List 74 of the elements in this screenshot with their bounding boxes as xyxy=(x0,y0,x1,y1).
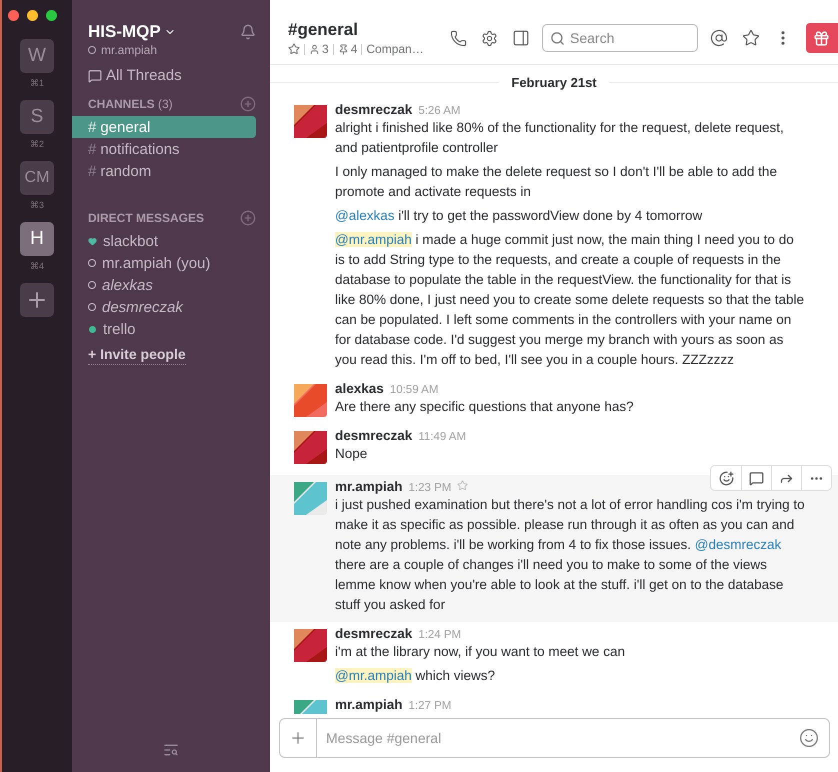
shortcut-label: ⌘2 xyxy=(30,139,44,149)
user-avatar[interactable] xyxy=(294,482,327,515)
gift-button[interactable] xyxy=(806,23,838,53)
author-name[interactable]: desmreczak xyxy=(335,626,412,641)
team-tile[interactable]: H xyxy=(20,222,54,256)
author-name[interactable]: mr.ampiah xyxy=(335,697,403,712)
maximize-icon[interactable] xyxy=(46,10,57,21)
team-tile[interactable]: W xyxy=(20,39,54,73)
message-time[interactable]: 10:59 AM xyxy=(390,384,438,396)
shortcut-label: ⌘3 xyxy=(30,200,44,210)
author-name[interactable]: alexkas xyxy=(335,381,384,396)
user-status: mr.ampiah xyxy=(72,43,270,57)
invite-people-link[interactable]: + Invite people xyxy=(88,346,186,365)
message-time[interactable]: 5:26 AM xyxy=(418,105,461,117)
speech-bubble-icon xyxy=(88,68,102,82)
date-divider: February 21st xyxy=(511,75,597,90)
message-text: @mr.ampiah i made a huge commit just now, the main thing I need you to do is to add String type to the requests, and create a couple of requests in the database to populate the table in the requestView. the functionality for that is like 80% done, I just need you to create some delete requests so that the table can be populated. I left some comments in the controllers with your name on for database code. I'd suggest you merge my branch with yours as soon as you read this. I'm off to bed, I'll see you in a couple hours. ZZZzzzz xyxy=(335,231,805,369)
add-team-button[interactable] xyxy=(20,283,54,317)
filter-search-icon[interactable] xyxy=(163,742,179,758)
user-avatar[interactable] xyxy=(294,105,327,138)
message-time[interactable]: 11:49 AM xyxy=(418,431,466,443)
message-composer[interactable]: Message #general xyxy=(279,718,830,758)
message-text: Are there any specific questions that anyone has? xyxy=(335,398,634,416)
user-mention[interactable]: @mr.ampiah xyxy=(335,232,412,247)
message-text: alright i finished like 80% of the functionality for the request, delete request, and patientprofile controller xyxy=(335,119,785,157)
channels-header[interactable]: CHANNELS (3) xyxy=(88,97,173,111)
minimize-icon[interactable] xyxy=(27,10,38,21)
channel-item[interactable]: # general xyxy=(72,116,256,138)
star-icon[interactable] xyxy=(457,480,468,491)
direct-message-item[interactable]: slackbot xyxy=(72,230,270,252)
user-avatar[interactable] xyxy=(294,431,327,464)
message-text: i'm at the library now, if you want to meet we can xyxy=(335,643,625,661)
add-message-icon[interactable] xyxy=(240,210,256,226)
person-icon xyxy=(309,44,320,54)
direct-message-item[interactable]: trello xyxy=(72,318,270,340)
message-text: i just pushed examination but there's not a lot of error handling cos i'm trying to make it as specific as possible. please run through it as often as you can and note any problems. i'll be working from 4 to fix those issues. @desmreczak there are a couple of changes i'll need you to make to some of the views lemme know when you're able to look at the stuff. i'll get on to the database stuff you asked for xyxy=(335,496,805,614)
channel-item[interactable]: # notifications xyxy=(72,138,256,160)
channel-title: #general xyxy=(288,20,359,40)
all-threads-link[interactable]: All Threads xyxy=(72,67,270,84)
pin-icon xyxy=(338,44,349,54)
mention-icon[interactable] xyxy=(708,27,730,49)
message-field[interactable]: Message #general xyxy=(317,730,789,746)
direct-message-item[interactable]: alexkas xyxy=(72,274,270,296)
user-mention[interactable]: @alexkas xyxy=(335,208,394,223)
shortcut-label: ⌘4 xyxy=(30,261,44,271)
team-name[interactable]: HIS-MQP xyxy=(88,22,176,42)
search-icon xyxy=(550,31,565,46)
shortcut-label: ⌘1 xyxy=(30,78,44,88)
channel-topic[interactable]: Compan… xyxy=(366,42,424,56)
direct-message-item[interactable]: desmreczak xyxy=(72,296,270,318)
message-text: Nope xyxy=(335,445,368,463)
add-channel-icon[interactable] xyxy=(240,96,256,112)
channel-item[interactable]: # random xyxy=(72,160,256,182)
user-mention[interactable]: @desmreczak xyxy=(694,537,782,552)
star-icon[interactable] xyxy=(288,43,300,55)
team-tile[interactable]: S xyxy=(20,100,54,134)
gift-icon xyxy=(813,30,830,46)
search-field[interactable]: Search xyxy=(542,24,698,52)
bell-icon[interactable] xyxy=(240,24,256,40)
user-avatar[interactable] xyxy=(294,629,327,662)
author-name[interactable]: desmreczak xyxy=(335,428,412,443)
direct-messages-header[interactable]: DIRECT MESSAGES xyxy=(88,211,204,225)
author-name[interactable]: desmreczak xyxy=(335,102,412,117)
pin-count[interactable]: 4 xyxy=(338,42,358,56)
team-tile[interactable]: CM xyxy=(20,161,54,195)
message-time[interactable]: 1:27 PM xyxy=(408,700,452,712)
message-text: @alexkas i'll try to get the passwordView done by 4 tomorrow xyxy=(335,207,704,225)
direct-message-item[interactable]: mr.ampiah (you) xyxy=(72,252,270,274)
message-time[interactable]: 1:24 PM xyxy=(418,629,462,641)
close-icon[interactable] xyxy=(8,10,19,21)
member-count[interactable]: 3 xyxy=(309,42,329,56)
user-mention[interactable]: @mr.ampiah xyxy=(335,668,412,683)
message-text: @mr.ampiah which views? xyxy=(335,667,496,685)
author-name[interactable]: mr.ampiah xyxy=(335,479,403,494)
